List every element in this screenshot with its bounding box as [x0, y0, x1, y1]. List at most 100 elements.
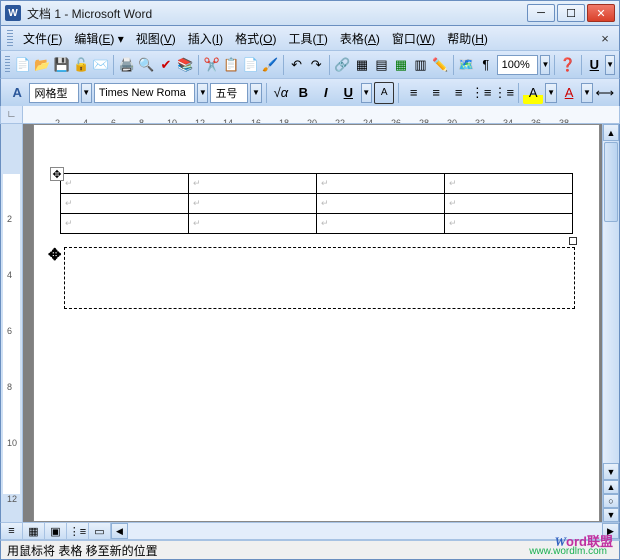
document-table[interactable] — [60, 173, 573, 234]
spellcheck-button[interactable]: ✔ — [157, 54, 175, 76]
menu-tools[interactable]: 工具(T) — [283, 28, 334, 49]
style-selector[interactable]: 网格型 — [29, 83, 78, 103]
format-painter-button[interactable]: 🖌️ — [262, 54, 280, 76]
scroll-down-button[interactable]: ▼ — [603, 463, 619, 480]
outline-view-button[interactable]: ⋮≡ — [67, 523, 89, 539]
bullet-list-button[interactable]: ⋮≡ — [493, 82, 514, 104]
menu-table[interactable]: 表格(A) — [334, 28, 386, 49]
vertical-scrollbar[interactable]: ▲ ▼ ▲ ○ ▼ — [602, 124, 619, 522]
maximize-button[interactable]: ☐ — [557, 4, 585, 22]
menubar: 文件(F) 编辑(E) ▾ 视图(V) 插入(I) 格式(O) 工具(T) 表格… — [0, 26, 620, 50]
table-row — [61, 214, 573, 234]
highlight-button[interactable]: A — [523, 82, 543, 104]
status-message: 用鼠标将 表格 移至新的位置 — [7, 542, 503, 559]
styles-pane-button[interactable]: A — [7, 82, 27, 104]
menu-format[interactable]: 格式(O) — [229, 28, 282, 49]
font-selector[interactable]: Times New Roma — [94, 83, 195, 103]
scroll-thumb[interactable] — [604, 142, 618, 222]
table-row — [61, 194, 573, 214]
underline-dropdown[interactable]: ▼ — [605, 55, 615, 75]
doc-close-button[interactable]: × — [597, 30, 613, 46]
word-app-icon: W — [5, 5, 21, 21]
permission-button[interactable]: 🔓 — [72, 54, 90, 76]
menu-edit[interactable]: 编辑(E) ▾ — [68, 28, 129, 49]
table-resize-handle[interactable] — [569, 237, 577, 245]
save-button[interactable]: 💾 — [53, 54, 71, 76]
drop-target-outline — [64, 247, 575, 309]
copy-button[interactable]: 📋 — [223, 54, 241, 76]
document-view[interactable]: ✥ ✥ — [23, 124, 602, 522]
normal-view-button[interactable]: ≡ — [1, 523, 23, 539]
align-left-button[interactable]: ≡ — [426, 82, 446, 104]
show-marks-button[interactable]: ¶ — [477, 54, 495, 76]
vertical-ruler[interactable]: 2 4 6 8 10 12 — [1, 124, 23, 522]
preview-button[interactable]: 🔍 — [138, 54, 156, 76]
titlebar: W 文档 1 - Microsoft Word ─ ☐ ✕ — [0, 0, 620, 26]
menu-file[interactable]: 文件(F) — [17, 28, 68, 49]
table-row — [61, 174, 573, 194]
browse-object-button[interactable]: ○ — [603, 494, 619, 508]
align-distrib-button[interactable]: ≡ — [403, 82, 423, 104]
font-dropdown[interactable]: ▼ — [197, 83, 208, 103]
font-color-button[interactable]: A — [559, 82, 579, 104]
menu-window[interactable]: 窗口(W) — [386, 28, 441, 49]
scroll-up-button[interactable]: ▲ — [603, 124, 619, 141]
italic-button[interactable]: I — [316, 82, 336, 104]
redo-button[interactable]: ↷ — [307, 54, 325, 76]
grip-icon — [7, 30, 13, 46]
print-view-button[interactable]: ▣ — [45, 523, 67, 539]
web-view-button[interactable]: ▦ — [23, 523, 45, 539]
char-scale-button[interactable]: ⟷ — [595, 82, 615, 104]
open-button[interactable]: 📂 — [33, 54, 51, 76]
underline2-dropdown[interactable]: ▼ — [361, 83, 372, 103]
menu-view[interactable]: 视图(V) — [130, 28, 182, 49]
tables-borders-button[interactable]: ▦ — [353, 54, 371, 76]
statusbar: 用鼠标将 表格 移至新的位置 Word联盟 www.wordlm.com — [0, 540, 620, 560]
char-border-button[interactable]: A — [374, 82, 395, 104]
horizontal-scrollbar[interactable]: ◀ ▶ — [111, 523, 619, 539]
size-dropdown[interactable]: ▼ — [250, 83, 261, 103]
new-doc-button[interactable]: 📄 — [14, 54, 32, 76]
close-button[interactable]: ✕ — [587, 4, 615, 22]
move-cursor-icon: ✥ — [48, 245, 61, 265]
horizontal-ruler[interactable]: ∟ 2 4 6 8 10 12 14 16 18 20 22 24 26 28 … — [0, 106, 620, 124]
grip-icon — [5, 56, 10, 74]
size-selector[interactable]: 五号 — [210, 83, 248, 103]
tab-selector[interactable]: ∟ — [1, 106, 23, 123]
prev-page-button[interactable]: ▲ — [603, 480, 619, 494]
font-color-dropdown[interactable]: ▼ — [581, 83, 592, 103]
style-dropdown[interactable]: ▼ — [81, 83, 92, 103]
doc-map-button[interactable]: 🗺️ — [458, 54, 476, 76]
window-title: 文档 1 - Microsoft Word — [27, 5, 527, 22]
reading-view-button[interactable]: ▭ — [89, 523, 111, 539]
numbered-list-button[interactable]: ⋮≡ — [471, 82, 492, 104]
menu-insert[interactable]: 插入(I) — [182, 28, 229, 49]
underline-button[interactable]: U — [586, 54, 604, 76]
scroll-left-button[interactable]: ◀ — [111, 523, 128, 539]
insert-table-button[interactable]: ▤ — [373, 54, 391, 76]
columns-button[interactable]: ▥ — [412, 54, 430, 76]
equation-button[interactable]: √α — [271, 82, 291, 104]
research-button[interactable]: 📚 — [177, 54, 195, 76]
cut-button[interactable]: ✂️ — [203, 54, 221, 76]
excel-button[interactable]: ▦ — [392, 54, 410, 76]
menu-help[interactable]: 帮助(H) — [441, 28, 494, 49]
undo-button[interactable]: ↶ — [288, 54, 306, 76]
underline2-button[interactable]: U — [338, 82, 358, 104]
bold-button[interactable]: B — [293, 82, 313, 104]
page[interactable]: ✥ ✥ — [33, 124, 600, 522]
highlight-dropdown[interactable]: ▼ — [545, 83, 556, 103]
help-button[interactable]: ❓ — [559, 54, 577, 76]
paste-button[interactable]: 📄 — [242, 54, 260, 76]
print-button[interactable]: 🖨️ — [118, 54, 136, 76]
zoom-dropdown[interactable]: ▼ — [540, 55, 550, 75]
next-page-button[interactable]: ▼ — [603, 508, 619, 522]
mail-button[interactable]: ✉️ — [92, 54, 110, 76]
view-scroll-row: ≡ ▦ ▣ ⋮≡ ▭ ◀ ▶ — [0, 522, 620, 540]
drawing-button[interactable]: ✏️ — [431, 54, 449, 76]
line-spacing-button[interactable]: ≡ — [448, 82, 468, 104]
table-move-handle[interactable]: ✥ — [50, 167, 64, 181]
minimize-button[interactable]: ─ — [527, 4, 555, 22]
zoom-input[interactable]: 100% — [497, 55, 539, 75]
hyperlink-button[interactable]: 🔗 — [334, 54, 352, 76]
